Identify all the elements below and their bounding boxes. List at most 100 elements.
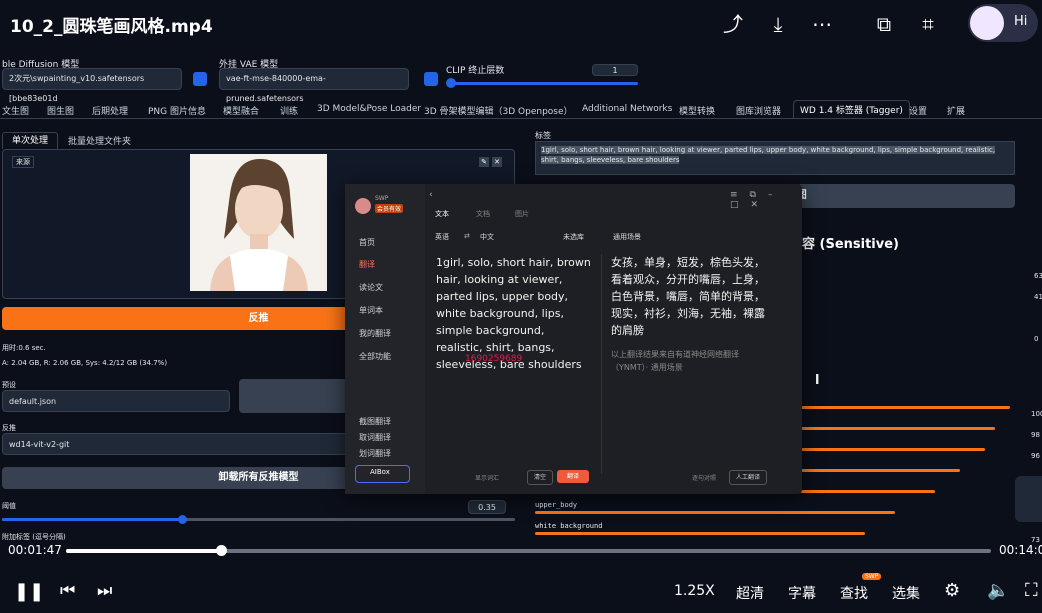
- watermark: 1690259689: [465, 354, 523, 364]
- refresh-vae-icon[interactable]: [424, 72, 438, 86]
- speed-button[interactable]: 1.25X: [674, 583, 715, 599]
- threshold-label: 阈值: [2, 502, 16, 510]
- tab-3d-openpose[interactable]: 3D 骨架模型编辑（3D Openpose）: [424, 104, 573, 117]
- nav-all-features[interactable]: 全部功能: [359, 351, 391, 362]
- tag-bar: [535, 511, 895, 514]
- tab-gallery[interactable]: 图库浏览器: [736, 104, 781, 117]
- vip-badge: 会员有效: [375, 204, 404, 213]
- next-icon[interactable]: ⏭: [97, 581, 112, 601]
- source-label: 来源: [12, 156, 34, 168]
- tab-png-info[interactable]: PNG 图片信息: [148, 104, 206, 117]
- tab-img2img[interactable]: 图生图: [47, 104, 74, 117]
- more-icon[interactable]: ⋯: [810, 12, 834, 36]
- previous-icon[interactable]: ⏮: [60, 581, 75, 601]
- rating-title: 容 (Sensitive): [802, 237, 899, 252]
- clip-value[interactable]: 1: [592, 64, 638, 76]
- clip-slider-thumb[interactable]: [446, 78, 456, 88]
- nav-home[interactable]: 首页: [359, 237, 375, 248]
- threshold-slider-fill: [2, 518, 182, 521]
- tab-doc[interactable]: 文档: [476, 209, 490, 219]
- time-text: 用时:0.6 sec.: [2, 344, 46, 352]
- tab-extensions[interactable]: 扩展: [947, 104, 965, 117]
- current-time: 00:01:47: [8, 543, 62, 557]
- translate-button[interactable]: 翻译: [557, 470, 589, 483]
- show-word-toggle[interactable]: 显示词汇: [475, 473, 499, 482]
- translator-window: SWP 会员有效 首页 翻译 读论文 单词本 我的翻译 全部功能 截图翻译 取词…: [345, 184, 802, 494]
- tag-bar: [535, 532, 865, 535]
- download-icon[interactable]: ⤓: [766, 12, 790, 36]
- tag-value: 100: [1031, 410, 1042, 418]
- pause-icon[interactable]: ❚❚: [14, 581, 44, 602]
- settings-icon[interactable]: ⚙: [944, 580, 960, 601]
- edit-icon[interactable]: ✎: [479, 157, 489, 167]
- refresh-model-icon[interactable]: [193, 72, 207, 86]
- search-badge: SWP: [862, 573, 882, 580]
- translator-app-name: SWP: [375, 195, 389, 202]
- subtitle-button[interactable]: 字幕: [788, 583, 816, 603]
- crop-icon[interactable]: ⌗: [916, 12, 940, 36]
- search-button[interactable]: 查找: [840, 583, 868, 603]
- tag-name: upper_body: [535, 501, 578, 509]
- aibox-button[interactable]: AIBox: [355, 465, 410, 483]
- nav-wordbook[interactable]: 单词本: [359, 305, 383, 316]
- clear-button[interactable]: 清空: [527, 470, 553, 485]
- tab-train[interactable]: 训练: [280, 104, 298, 117]
- picture-in-picture-icon[interactable]: ⧉: [872, 12, 896, 36]
- tab-settings[interactable]: 设置: [909, 104, 927, 117]
- tab-3d-pose[interactable]: 3D Model&Pose Loader: [317, 104, 421, 114]
- rating-value: 41: [1034, 293, 1042, 301]
- tag-value: 98: [1031, 431, 1040, 439]
- total-time: 00:14:0: [999, 543, 1042, 557]
- user-avatar-button[interactable]: Hi: [968, 4, 1038, 42]
- interrogator-label: 反推: [2, 424, 16, 432]
- tab-text[interactable]: 文本: [435, 209, 449, 219]
- tab-txt2img[interactable]: 文生图: [2, 104, 29, 117]
- tab-model-convert[interactable]: 模型转换: [679, 104, 715, 117]
- vae-select[interactable]: vae-ft-mse-840000-ema-pruned.safetensors: [219, 68, 409, 103]
- nav-screenshot-translate[interactable]: 截图翻译: [359, 416, 391, 427]
- close-icon[interactable]: ✕: [492, 157, 502, 167]
- tab-additional-networks[interactable]: Additional Networks: [582, 104, 672, 114]
- share-icon[interactable]: ⤴: [721, 12, 745, 36]
- preset-select[interactable]: default.json: [2, 390, 230, 412]
- subtab-batch[interactable]: 批量处理文件夹: [68, 134, 131, 147]
- rating-value: 0: [1034, 335, 1039, 343]
- divider: [601, 254, 602, 474]
- subtab-single[interactable]: 单次处理: [2, 132, 58, 149]
- sd-model-select[interactable]: 2次元\swpainting_v10.safetensors [bbe83e01…: [2, 68, 182, 103]
- threshold-slider-thumb[interactable]: [177, 515, 187, 524]
- volume-icon[interactable]: 🔈: [987, 580, 1009, 601]
- nav-translate[interactable]: 翻译: [359, 259, 375, 270]
- quality-button[interactable]: 超清: [736, 583, 764, 603]
- episodes-button[interactable]: 选集: [892, 583, 920, 603]
- human-translate-button[interactable]: 人工翻译: [729, 470, 767, 485]
- source-image: [190, 154, 327, 291]
- translator-avatar: [355, 198, 371, 214]
- video-snapshot-button[interactable]: [1015, 476, 1042, 522]
- tab-merge[interactable]: 模型融合: [223, 104, 259, 117]
- nav-select-translate[interactable]: 划词翻译: [359, 448, 391, 459]
- memory-text: A: 2.04 GB, R: 2.06 GB, Sys: 4.2/12 GB (…: [2, 359, 168, 367]
- tags-section-mark: l: [815, 373, 820, 388]
- clip-label: CLIP 终止层数: [446, 66, 505, 76]
- video-title: 10_2_圆珠笔画风格.mp4: [10, 17, 213, 37]
- rating-value: 63: [1034, 272, 1042, 280]
- nav-read-paper[interactable]: 读论文: [359, 282, 383, 293]
- tags-output-text: 1girl, solo, short hair, brown hair, loo…: [541, 146, 996, 164]
- nav-word-pick[interactable]: 取词翻译: [359, 432, 391, 443]
- tab-image[interactable]: 图片: [515, 209, 529, 219]
- preset-label: 预设: [2, 381, 16, 389]
- back-icon[interactable]: ‹: [429, 190, 433, 200]
- threshold-value[interactable]: 0.35: [468, 500, 506, 514]
- player-controls: [0, 536, 1042, 613]
- tab-tagger[interactable]: WD 1.4 标签器 (Tagger): [793, 100, 910, 118]
- avatar: [970, 6, 1004, 40]
- tags-output[interactable]: 1girl, solo, short hair, brown hair, loo…: [535, 141, 1015, 175]
- clip-slider[interactable]: [448, 82, 638, 85]
- window-controls[interactable]: ≡⧉–□✕: [730, 190, 802, 210]
- fullscreen-icon[interactable]: ⛶: [1025, 580, 1038, 601]
- compare-toggle[interactable]: 逐句对照: [692, 473, 716, 482]
- nav-my-translations[interactable]: 我的翻译: [359, 328, 391, 339]
- greeting: Hi: [1014, 14, 1028, 29]
- tab-extras[interactable]: 后期处理: [92, 104, 128, 117]
